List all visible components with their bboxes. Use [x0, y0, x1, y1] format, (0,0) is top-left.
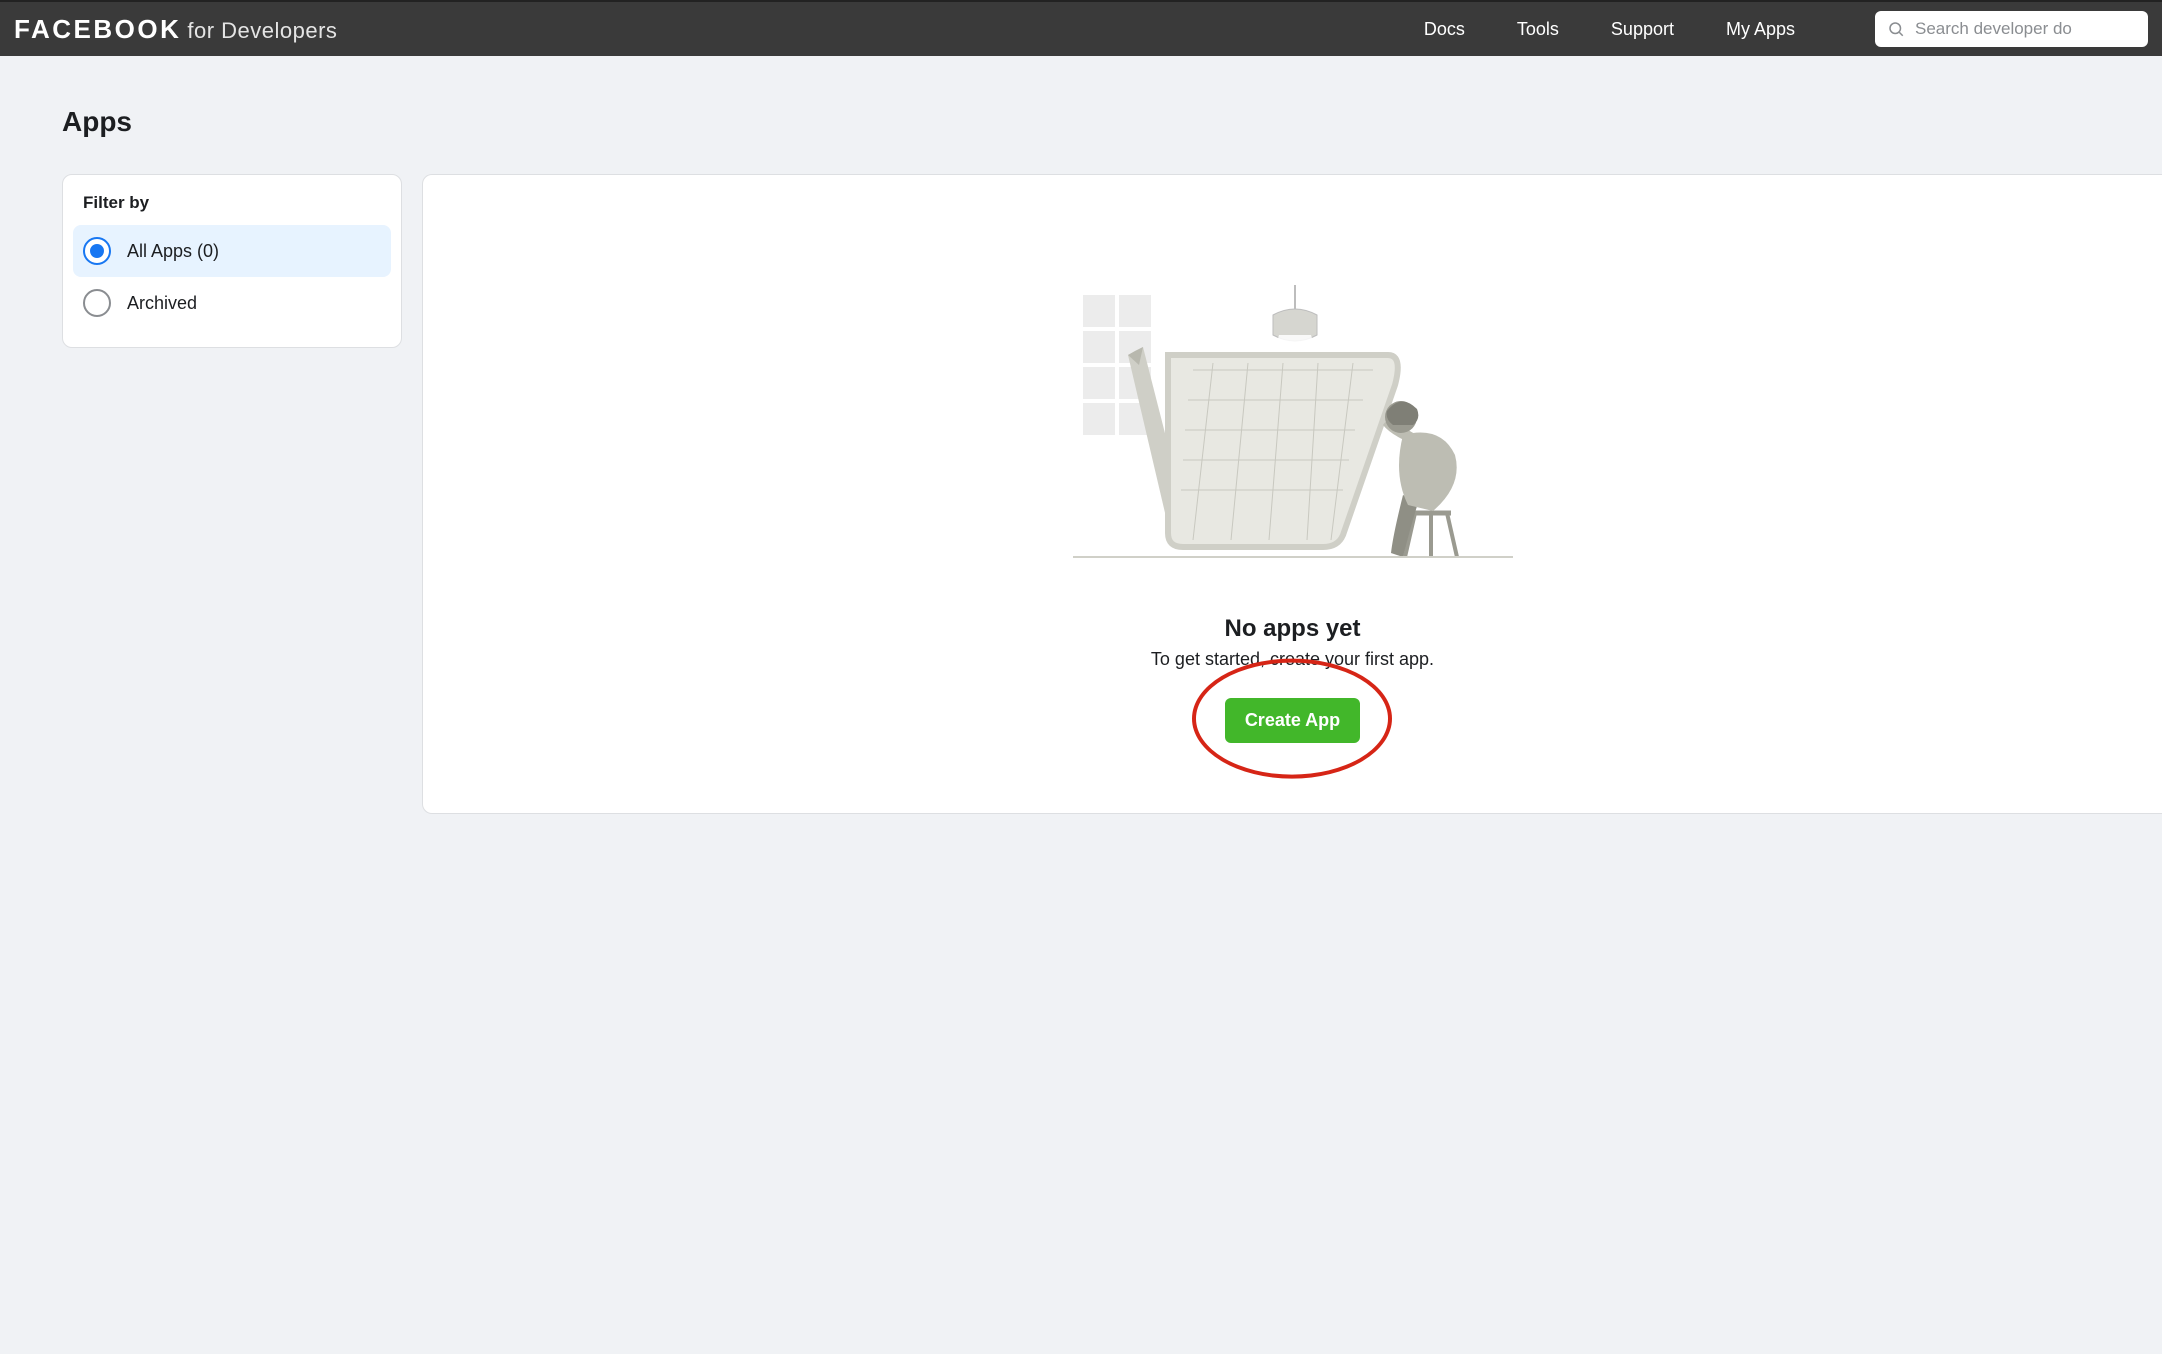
search-input[interactable]	[1915, 19, 2136, 39]
create-app-button[interactable]: Create App	[1225, 698, 1360, 743]
filter-card: Filter by All Apps (0) Archived	[62, 174, 402, 348]
filter-item-label: Archived	[127, 293, 197, 314]
main-content: No apps yet To get started, create your …	[422, 174, 2162, 814]
empty-title: No apps yet	[1224, 615, 1360, 643]
search-box[interactable]	[1875, 11, 2148, 47]
nav-tools[interactable]: Tools	[1517, 19, 1559, 40]
nav-my-apps[interactable]: My Apps	[1726, 19, 1795, 40]
nav-links: Docs Tools Support My Apps	[1424, 11, 2148, 47]
radio-icon	[83, 289, 111, 317]
brand-sub-text: for Developers	[187, 18, 337, 44]
filter-item-all-apps[interactable]: All Apps (0)	[73, 225, 391, 277]
search-icon	[1887, 20, 1905, 38]
empty-illustration	[1073, 285, 1513, 565]
brand-logo[interactable]: FACEBOOK for Developers	[14, 14, 337, 45]
filter-item-label: All Apps (0)	[127, 241, 219, 262]
nav-docs[interactable]: Docs	[1424, 19, 1465, 40]
top-nav: FACEBOOK for Developers Docs Tools Suppo…	[0, 0, 2162, 56]
page-title: Apps	[62, 106, 2162, 138]
empty-subtitle: To get started, create your first app.	[1151, 649, 1434, 670]
brand-main-text: FACEBOOK	[14, 14, 181, 45]
nav-support[interactable]: Support	[1611, 19, 1674, 40]
radio-icon	[83, 237, 111, 265]
filter-title: Filter by	[73, 189, 391, 225]
filter-item-archived[interactable]: Archived	[73, 277, 391, 329]
